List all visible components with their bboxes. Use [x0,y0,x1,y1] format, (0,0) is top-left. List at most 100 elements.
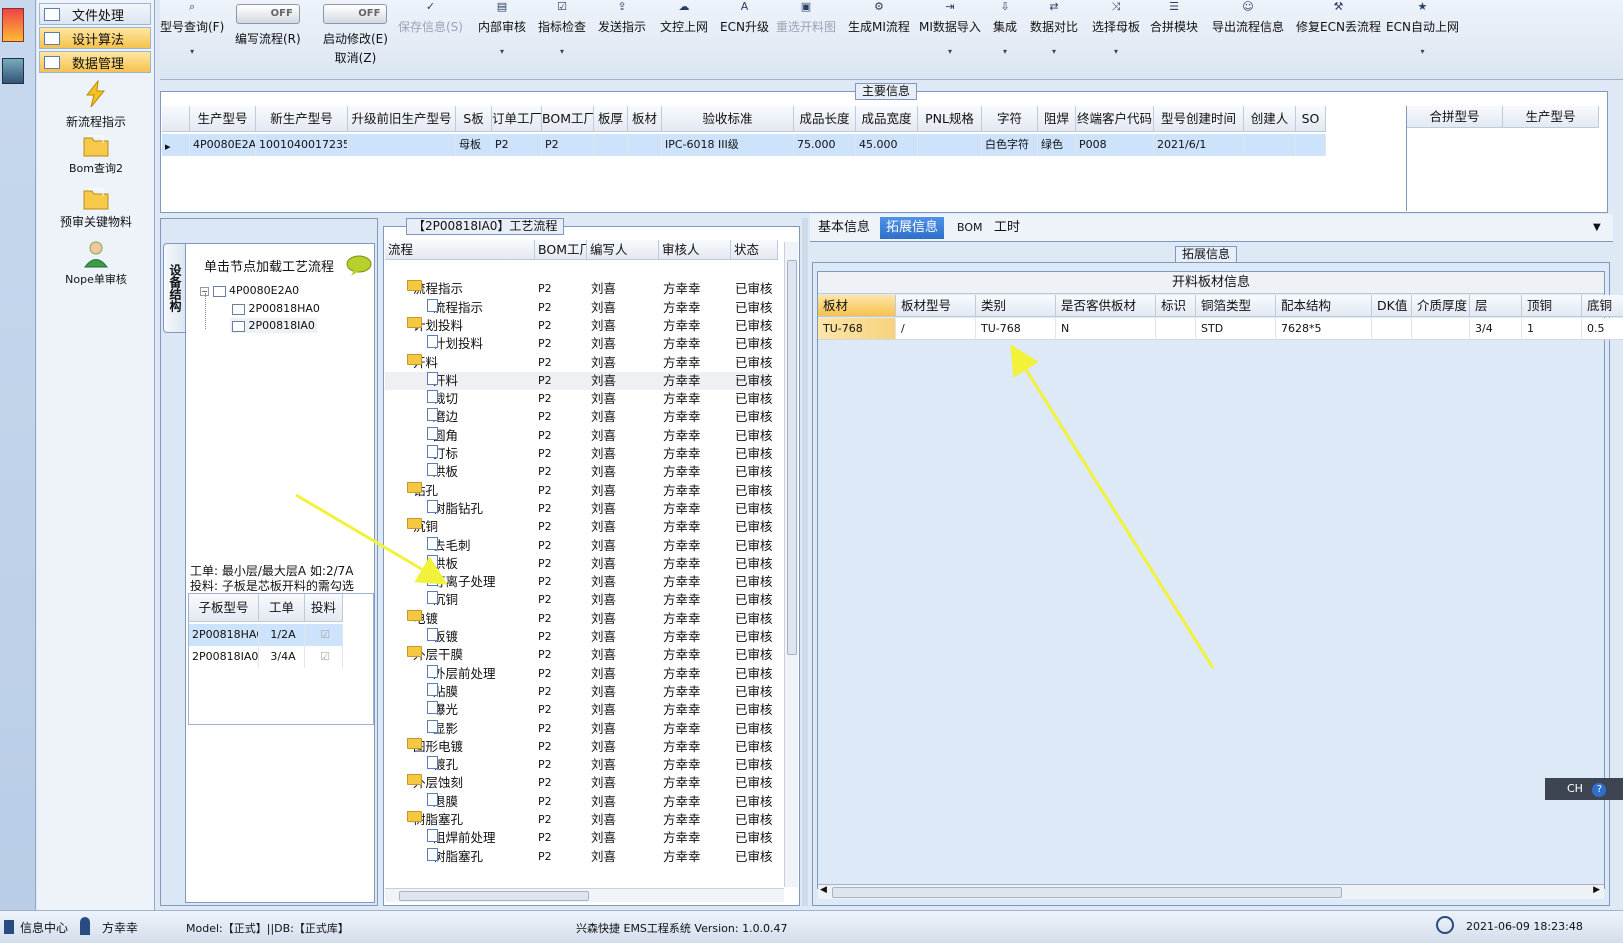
column-header[interactable]: 铜箔类型 [1196,295,1276,317]
process-row[interactable]: −电镀P2 刘喜 方幸幸 已审核 [385,609,773,628]
process-row[interactable]: 树脂塞孔 P2 刘喜 方幸幸 已审核 [385,847,773,866]
toolbar-button-5[interactable]: ☑ 指标检查 ▾ [538,0,586,56]
process-row[interactable]: −流程指示P2 刘喜 方幸幸 已审核 [385,280,773,298]
table-cell[interactable]: 3/4A [259,646,305,668]
process-row[interactable]: 镀孔 P2 刘喜 方幸幸 已审核 [385,756,773,774]
column-header[interactable]: 流程 [385,240,535,260]
ime-widget[interactable]: CH ? [1545,778,1623,800]
table-cell[interactable]: / [896,318,976,340]
help-icon[interactable]: ? [1592,783,1607,797]
toolbar-button-12[interactable]: ⇩ 集成 ▾ [993,0,1017,56]
toggle-switch[interactable]: OFF [323,4,388,24]
nav-button-algorithm[interactable]: 设计算法 [39,27,151,49]
table-cell[interactable]: N [1056,318,1156,340]
toolbar-button-6[interactable]: ⇪ 发送指示 [598,0,646,35]
table-cell[interactable]: 1 [1522,318,1582,340]
nav-button-file[interactable]: 文件处理 [39,3,151,25]
table-cell[interactable] [918,134,982,156]
process-row[interactable]: 等离子处理 P2 刘喜 方幸幸 已审核 [385,573,773,591]
process-row[interactable]: 裁切 P2 刘喜 方幸幸 已审核 [385,390,773,408]
process-row[interactable]: −树脂塞孔P2 刘喜 方幸幸 已审核 [385,811,773,829]
column-header[interactable]: 合拼型号 [1407,106,1503,128]
toolbar-button-15[interactable]: ☰ 合拼模块 [1150,0,1198,35]
table-cell[interactable]: 2P00818IA0 [189,646,259,668]
scroll-left-icon[interactable]: ◀ [820,885,827,895]
dropdown-arrow-icon[interactable]: ▾ [993,47,1017,56]
process-row[interactable]: −开料P2 刘喜 方幸幸 已审核 [385,353,773,372]
toggle-switch[interactable]: OFF [235,4,300,24]
column-header[interactable]: 字符 [982,106,1038,132]
column-header[interactable]: 标识 [1156,295,1196,317]
tab-basic-info[interactable]: 基本信息 [812,217,876,239]
process-row[interactable]: −图形电镀P2 刘喜 方幸幸 已审核 [385,737,773,756]
column-header[interactable]: 底铜 [1582,295,1623,317]
scroll-right-icon[interactable]: ▶ [1593,885,1600,895]
table-cell[interactable] [1372,318,1412,340]
table-cell[interactable]: TU-768 [818,318,896,340]
toolbar-button-18[interactable]: ★ ECN自动上网 ▾ [1386,0,1459,56]
toolbar-button-16[interactable]: ☺ 导出流程信息 [1212,0,1284,35]
column-header[interactable]: 订单工厂 [492,106,542,132]
column-header[interactable]: 是否客供板材 [1056,295,1156,317]
table-cell[interactable]: 母板 [456,134,492,156]
nav-item-bom-query[interactable]: Bom查询2 [37,133,155,176]
process-row[interactable]: 开料 P2 刘喜 方幸幸 已审核 [385,371,773,390]
column-header[interactable]: 投料 [305,594,343,622]
splitter[interactable] [802,218,808,906]
table-cell[interactable]: 0.5 [1582,318,1623,340]
material-hscroll[interactable]: ◀ ▶ [818,884,1604,899]
process-row[interactable]: 去毛刺 P2 刘喜 方幸幸 已审核 [385,536,773,555]
table-cell[interactable]: P2 [542,134,594,156]
toolbox-icon[interactable] [2,58,24,84]
toolbar-button-2[interactable]: OFF 启动修改(E) 取消(Z) [323,0,388,66]
process-row[interactable]: 烘板 P2 刘喜 方幸幸 已审核 [385,554,773,573]
table-cell[interactable]: 4P0080E2A0 [190,134,256,156]
column-header[interactable]: 升级前旧生产型号 [348,106,456,132]
column-header[interactable]: 板材型号 [896,295,976,317]
process-row[interactable]: 圆角 P2 刘喜 方幸幸 已审核 [385,426,773,445]
column-header[interactable]: 型号创建时间 [1154,106,1244,132]
table-cell[interactable]: 75.000 [794,134,856,156]
table-cell[interactable] [1156,318,1196,340]
column-header[interactable]: 板材 [628,106,662,132]
nav-button-data[interactable]: 数据管理 [39,51,151,73]
column-header[interactable]: 子板型号 [189,594,259,622]
column-header[interactable]: 顶铜 [1522,295,1582,317]
column-header[interactable]: 审核人 [659,240,731,260]
checkbox-icon[interactable]: ☑ [305,646,343,668]
table-cell[interactable] [594,134,628,156]
process-vscroll[interactable] [784,242,798,887]
process-row[interactable]: −沉铜P2 刘喜 方幸幸 已审核 [385,518,773,536]
column-header[interactable]: 编写人 [587,240,659,260]
process-row[interactable]: −计划投料P2 刘喜 方幸幸 已审核 [385,316,773,335]
process-row[interactable]: 阻焊前处理 P2 刘喜 方幸幸 已审核 [385,829,773,847]
toolbar-button-0[interactable]: ⌕ 型号查询(F) ▾ [160,0,224,56]
tree-node-ia0[interactable]: 2P00818IA0 [230,318,317,333]
table-cell[interactable]: 45.000 [856,134,918,156]
toolbar-button-3[interactable]: ✓ 保存信息(S) [398,0,463,35]
column-header[interactable]: 验收标准 [662,106,794,132]
toolbar-button-8[interactable]: A ECN升级 [720,0,769,35]
column-header[interactable]: 成品宽度 [856,106,918,132]
process-row[interactable]: 计划投料 P2 刘喜 方幸幸 已审核 [385,335,773,353]
column-header[interactable]: 介质厚度 [1412,295,1470,317]
toolbar-button-14[interactable]: ⤨ 选择母板 ▾ [1092,0,1140,56]
column-header[interactable]: 生产型号 [190,106,256,132]
table-cell[interactable]: TU-768 [976,318,1056,340]
dropdown-arrow-icon[interactable]: ▾ [478,47,526,56]
nav-item-nope-review[interactable]: Nope单审核 [37,240,155,287]
table-cell[interactable]: 2021/6/1 [1154,134,1244,156]
table-cell[interactable]: IPC-6018 III级 [662,134,794,156]
info-center-icon[interactable] [4,920,14,934]
table-cell[interactable] [628,134,662,156]
toolbar-button-17[interactable]: ⚒ 修复ECN丢流程 [1296,0,1381,35]
column-header[interactable]: BOM工厂 [542,106,594,132]
process-row[interactable]: 树脂钻孔 P2 刘喜 方幸幸 已审核 [385,499,773,518]
toolbar-button-1[interactable]: OFF 编写流程(R) [235,0,301,47]
process-row[interactable]: 板镀 P2 刘喜 方幸幸 已审核 [385,628,773,646]
column-header[interactable]: 终端客户代码 [1076,106,1154,132]
process-row[interactable]: 磨边 P2 刘喜 方幸幸 已审核 [385,408,773,426]
column-header[interactable]: DK值 [1372,295,1412,317]
table-cell[interactable]: P2 [492,134,542,156]
table-cell[interactable]: STD [1196,318,1276,340]
